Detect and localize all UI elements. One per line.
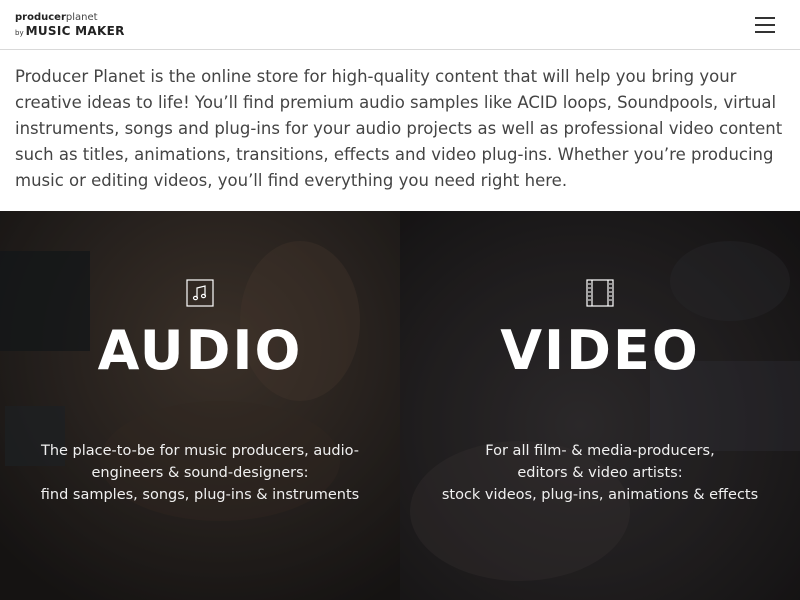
film-strip-icon: [586, 279, 614, 307]
video-panel[interactable]: VIDEO For all film- & media-producers, e…: [400, 211, 800, 600]
audio-background-image: [0, 211, 400, 600]
music-note-icon: [186, 279, 214, 307]
hamburger-menu-icon[interactable]: [752, 14, 778, 36]
video-desc-line: For all film- & media-producers,: [485, 443, 715, 459]
audio-desc-line: The place-to-be for music producers, aud…: [40, 443, 360, 459]
logo-music-maker: by MUSIC MAKER: [15, 23, 125, 40]
site-logo[interactable]: producerplanet by MUSIC MAKER: [15, 12, 125, 40]
audio-title: AUDIO: [97, 319, 303, 382]
logo-producer-text: producer: [15, 12, 66, 23]
audio-desc-line: engineers & sound-designers:: [91, 465, 309, 481]
logo-producer-planet: producerplanet: [15, 12, 125, 23]
category-panels: AUDIO The place-to-be for music producer…: [0, 211, 800, 600]
video-desc-line: stock videos, plug-ins, animations & eff…: [441, 487, 759, 503]
video-description: For all film- & media-producers, editors…: [420, 440, 780, 506]
logo-by-text: by: [15, 29, 24, 37]
audio-panel[interactable]: AUDIO The place-to-be for music producer…: [0, 211, 400, 600]
logo-brand-text: MUSIC MAKER: [25, 24, 125, 38]
audio-desc-line: find samples, songs, plug-ins & instrume…: [40, 487, 360, 503]
logo-planet-text: planet: [65, 12, 98, 23]
video-background-image: [400, 211, 800, 600]
video-title: VIDEO: [500, 319, 700, 382]
audio-description: The place-to-be for music producers, aud…: [20, 440, 380, 506]
intro-text: Producer Planet is the online store for …: [15, 67, 783, 190]
site-header: producerplanet by MUSIC MAKER: [0, 0, 800, 50]
video-desc-line: editors & video artists:: [517, 465, 683, 481]
